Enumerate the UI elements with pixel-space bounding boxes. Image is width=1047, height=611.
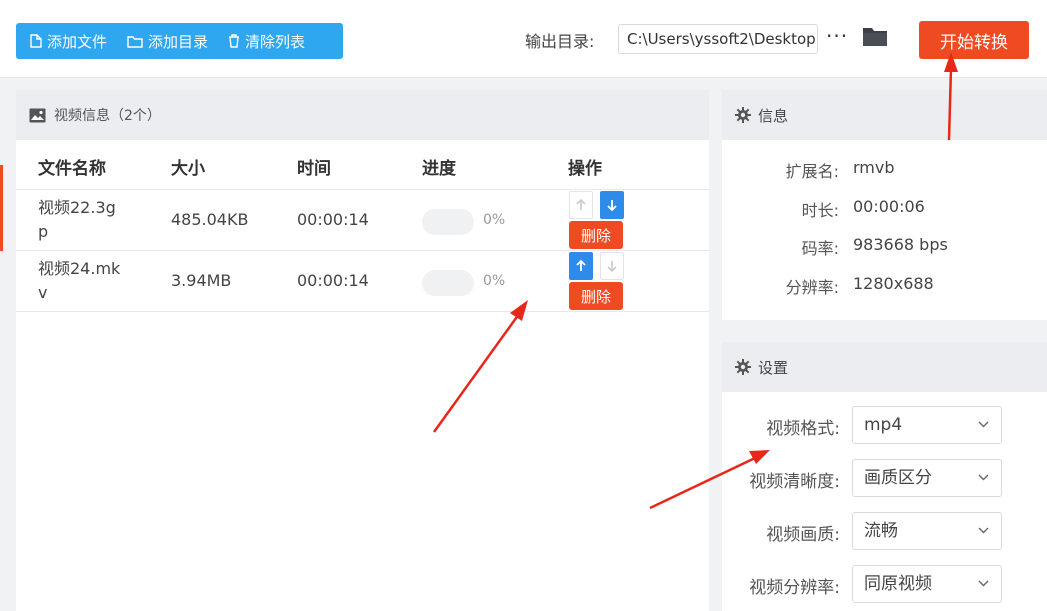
- file-duration: 00:00:14: [297, 210, 369, 229]
- video-format-select[interactable]: mp4: [852, 406, 1002, 444]
- setting-label: 视频画质:: [766, 525, 840, 545]
- column-header-time: 时间: [297, 159, 331, 179]
- move-down-button[interactable]: [600, 191, 624, 219]
- progress-percent: 0%: [483, 273, 506, 289]
- file-duration: 00:00:14: [297, 271, 369, 290]
- delete-button[interactable]: 删除: [569, 221, 623, 249]
- info-label: 扩展名:: [785, 162, 839, 181]
- info-value: 1280x688: [853, 273, 934, 293]
- start-convert-button[interactable]: 开始转换: [919, 21, 1029, 59]
- column-header-progress: 进度: [422, 159, 456, 179]
- select-value: mp4: [864, 415, 903, 435]
- add-directory-label: 添加目录: [148, 32, 209, 51]
- chevron-down-icon: [978, 421, 989, 428]
- file-size: 485.04KB: [171, 210, 249, 229]
- move-up-button[interactable]: [569, 191, 593, 219]
- chevron-down-icon: [978, 580, 989, 587]
- info-label: 分辨率:: [785, 277, 839, 297]
- file-size: 3.94MB: [171, 271, 232, 290]
- add-file-button[interactable]: 添加文件: [30, 31, 107, 52]
- info-header: 信息: [722, 90, 1047, 140]
- gear-icon: [735, 107, 751, 123]
- info-value: 00:00:06: [853, 196, 925, 216]
- arrow-down-icon: [607, 261, 617, 272]
- table-row[interactable]: 视频24.mk v 3.94MB 00:00:14 0% 删除: [16, 251, 709, 312]
- file-name-line: 视频22.3g: [38, 198, 116, 217]
- image-icon: [29, 108, 46, 122]
- info-item: 扩展名: rmvb: [722, 148, 1047, 187]
- file-button-group: 添加文件 添加目录 清除列表: [16, 23, 343, 59]
- toolbar: 添加文件 添加目录 清除列表 输出目录: C:\Users\yssoft2\De…: [0, 0, 1047, 78]
- info-value: 983668 bps: [853, 235, 948, 254]
- gear-icon: [735, 359, 751, 375]
- settings-title: 设置: [758, 358, 789, 377]
- add-directory-button[interactable]: 添加目录: [127, 31, 208, 52]
- chevron-down-icon: [978, 474, 989, 481]
- arrow-down-icon: [607, 200, 617, 211]
- video-list-panel: 视频信息（2个） 文件名称 大小 时间 进度 操作 视频22.3g p 485.0…: [16, 90, 709, 611]
- table-row[interactable]: 视频22.3g p 485.04KB 00:00:14 0% 删除: [16, 190, 709, 251]
- select-value: 画质区分: [864, 468, 932, 488]
- info-label: 时长:: [801, 200, 839, 220]
- arrow-up-icon: [576, 199, 586, 210]
- select-value: 同原视频: [864, 574, 932, 594]
- trash-icon: [229, 34, 240, 48]
- file-icon: [30, 34, 42, 48]
- video-resolution-select[interactable]: 同原视频: [852, 565, 1002, 603]
- more-options-button[interactable]: ···: [826, 24, 848, 48]
- info-value: rmvb: [853, 158, 895, 177]
- column-header-filename: 文件名称: [38, 159, 106, 179]
- file-name: 视频22.3g p: [38, 196, 148, 244]
- move-up-button[interactable]: [569, 252, 593, 280]
- file-name-line: p: [38, 222, 49, 241]
- open-folder-button[interactable]: [862, 25, 888, 51]
- output-directory-field[interactable]: C:\Users\yssoft2\Desktop: [618, 24, 818, 54]
- progress-bar: [422, 270, 474, 296]
- info-item: 时长: 00:00:06: [722, 187, 1047, 226]
- arrow-up-icon: [576, 260, 586, 271]
- setting-label: 视频分辨率:: [749, 578, 840, 598]
- folder-icon: [863, 28, 887, 46]
- info-title: 信息: [758, 106, 789, 125]
- folder-outline-icon: [127, 35, 143, 48]
- setting-video-clarity: 视频清晰度: 画质区分: [722, 451, 1047, 504]
- video-clarity-select[interactable]: 画质区分: [852, 459, 1002, 497]
- info-label: 码率:: [801, 239, 839, 258]
- column-header-actions: 操作: [568, 159, 602, 179]
- file-name: 视频24.mk v: [38, 257, 148, 305]
- video-list-header: 视频信息（2个）: [16, 90, 709, 140]
- info-item: 分辨率: 1280x688: [722, 264, 1047, 303]
- settings-header: 设置: [722, 342, 1047, 392]
- progress-percent: 0%: [483, 212, 506, 228]
- progress-bar: [422, 209, 474, 235]
- delete-button[interactable]: 删除: [569, 282, 623, 310]
- setting-video-quality: 视频画质: 流畅: [722, 504, 1047, 557]
- add-file-label: 添加文件: [47, 32, 108, 51]
- file-name-line: v: [38, 283, 48, 302]
- column-header-size: 大小: [171, 159, 205, 179]
- panel-divider: [722, 320, 1047, 342]
- move-down-button[interactable]: [600, 252, 624, 280]
- setting-label: 视频清晰度:: [749, 472, 840, 492]
- info-item: 码率: 983668 bps: [722, 225, 1047, 264]
- select-value: 流畅: [864, 521, 898, 541]
- video-list-title: 视频信息（2个）: [54, 108, 161, 124]
- table-header: 文件名称 大小 时间 进度 操作: [16, 140, 709, 190]
- chevron-down-icon: [978, 527, 989, 534]
- clear-list-label: 清除列表: [245, 32, 306, 51]
- setting-video-format: 视频格式: mp4: [722, 398, 1047, 451]
- selection-accent: [0, 165, 3, 251]
- setting-video-resolution: 视频分辨率: 同原视频: [722, 557, 1047, 610]
- setting-label: 视频格式:: [766, 419, 840, 439]
- clear-list-button[interactable]: 清除列表: [228, 31, 305, 52]
- file-name-line: 视频24.mk: [38, 259, 121, 278]
- side-panel: 信息 扩展名: rmvb 时长: 00:00:06 码率: 983668 bps 分辨…: [722, 90, 1047, 611]
- video-quality-select[interactable]: 流畅: [852, 512, 1002, 550]
- output-directory-label: 输出目录:: [525, 32, 595, 51]
